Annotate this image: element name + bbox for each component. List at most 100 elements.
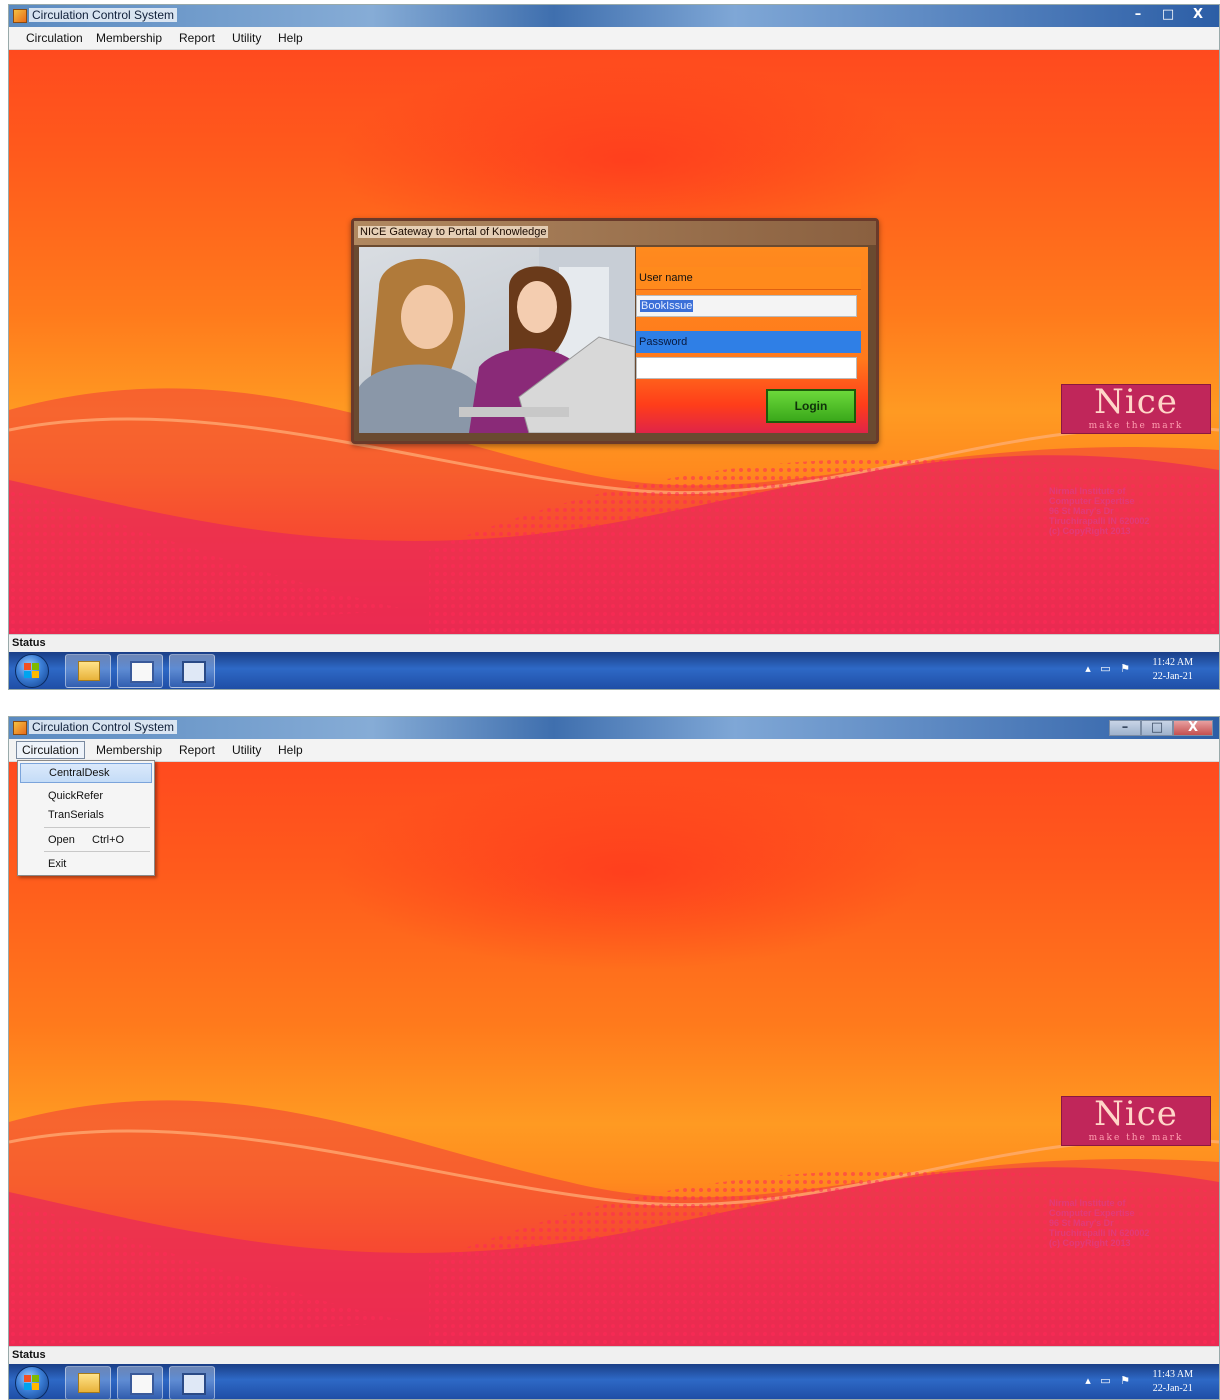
folder-icon (78, 661, 100, 681)
app-icon (130, 661, 154, 683)
menu-separator (44, 851, 150, 852)
minimize-button[interactable]: – (1109, 720, 1141, 736)
menu-circulation[interactable]: Circulation (16, 741, 85, 759)
menu-membership[interactable]: Membership (91, 742, 167, 758)
clock-time: 11:42 AM (1152, 657, 1193, 668)
taskbar-explorer-button[interactable] (65, 1366, 111, 1399)
students-photo (359, 247, 635, 433)
menu-help[interactable]: Help (273, 30, 308, 46)
logo-tagline: make the mark (1088, 421, 1184, 431)
credits-line: 96 St Mary's Dr (1049, 1218, 1114, 1228)
system-tray[interactable]: ▴ ▭ ⚑ (1085, 662, 1133, 675)
logo-text: Nice (1094, 382, 1178, 422)
start-button[interactable] (15, 654, 49, 688)
menu-membership[interactable]: Membership (91, 30, 167, 46)
maximize-button[interactable]: □ (1141, 720, 1173, 736)
menu-bar: Circulation Membership Report Utility He… (9, 739, 1219, 762)
clock-date: 22-Jan-21 (1152, 671, 1193, 682)
circulation-dropdown: CentralDesk QuickRefer TranSerials Open C… (17, 760, 155, 876)
close-button[interactable]: X (1183, 6, 1213, 24)
dialog-title: NICE Gateway to Portal of Knowledge (358, 226, 549, 238)
credits-line: Nirmal Institute of (1049, 1198, 1126, 1208)
credits-line: Tiruchirapalli IN 620002 (1049, 516, 1150, 526)
credits-line: Tiruchirapalli IN 620002 (1049, 1228, 1150, 1238)
menu-item-exit[interactable]: Exit (20, 855, 152, 873)
taskbar: ▴ ▭ ⚑ 11:42 AM 22-Jan-21 (9, 652, 1219, 689)
menu-utility[interactable]: Utility (227, 742, 266, 758)
window-icon (182, 661, 206, 683)
menu-utility[interactable]: Utility (227, 30, 266, 46)
login-dialog: NICE Gateway to Portal of Knowledge User… (351, 218, 879, 444)
minimize-button[interactable]: – (1123, 6, 1153, 24)
menu-item-label: CentralDesk (49, 767, 110, 779)
main-screen: Circulation Control System – □ X Circula… (8, 716, 1220, 1400)
menu-item-shortcut: Ctrl+O (92, 834, 125, 846)
window-title: Circulation Control System (29, 8, 178, 22)
logo-text: Nice (1094, 1094, 1178, 1134)
status-label: Status (12, 1349, 46, 1361)
credits-line: Computer Expertise (1049, 496, 1135, 506)
menu-help[interactable]: Help (273, 742, 308, 758)
dialog-title-bar: NICE Gateway to Portal of Knowledge (354, 221, 876, 245)
status-bar: Status (9, 1346, 1219, 1365)
login-button[interactable]: Login (766, 389, 856, 423)
credits-text: Nirmal Institute of Computer Expertise 9… (1049, 486, 1213, 536)
menu-item-label: QuickRefer (48, 790, 104, 802)
window-icon (182, 1373, 206, 1395)
windows-logo-icon (24, 663, 39, 678)
menu-circulation[interactable]: Circulation (21, 30, 88, 46)
desktop-background: NICE Gateway to Portal of Knowledge User… (9, 50, 1219, 634)
taskbar: ▴ ▭ ⚑ 11:43 AM 22-Jan-21 (9, 1364, 1219, 1399)
menu-item-label: Open (48, 834, 75, 846)
clock-date: 22-Jan-21 (1152, 1383, 1193, 1394)
status-bar: Status (9, 634, 1219, 653)
title-bar[interactable]: Circulation Control System – □ X (9, 717, 1219, 739)
username-value: BookIssue (640, 300, 694, 312)
status-label: Status (12, 637, 46, 649)
login-form: User name BookIssue Password Login (636, 247, 868, 433)
credits-text: Nirmal Institute of Computer Expertise 9… (1049, 1198, 1213, 1248)
clock[interactable]: 11:43 AM 22-Jan-21 (1153, 1368, 1193, 1396)
clock-time: 11:43 AM (1152, 1369, 1193, 1380)
windows-logo-icon (24, 1375, 39, 1390)
window-title: Circulation Control System (29, 720, 178, 734)
close-button[interactable]: X (1173, 720, 1213, 736)
username-label: User name (636, 267, 861, 290)
logo-tagline: make the mark (1088, 1133, 1184, 1143)
taskbar-window-button[interactable] (169, 654, 215, 688)
menu-item-label: Exit (48, 858, 67, 870)
taskbar-explorer-button[interactable] (65, 654, 111, 688)
app-icon (13, 721, 27, 735)
credits-line: 96 St Mary's Dr (1049, 506, 1114, 516)
menu-item-centraldesk[interactable]: CentralDesk (20, 763, 152, 783)
menu-item-quickrefer[interactable]: QuickRefer (20, 787, 152, 805)
menu-separator (44, 827, 150, 828)
password-input[interactable] (636, 357, 857, 379)
app-icon (13, 9, 27, 23)
folder-icon (78, 1373, 100, 1393)
taskbar-app-button[interactable] (117, 654, 163, 688)
menu-item-label: TranSerials (48, 809, 104, 821)
wave-decoration (9, 1100, 1219, 1346)
start-button[interactable] (15, 1366, 49, 1399)
credits-line: Computer Expertise (1049, 1208, 1135, 1218)
taskbar-window-button[interactable] (169, 1366, 215, 1399)
credits-line: Nirmal Institute of (1049, 486, 1126, 496)
credits-line: (c) CopyRight 2013 (1049, 526, 1131, 536)
menu-item-open[interactable]: Open Ctrl+O (20, 831, 152, 849)
system-tray[interactable]: ▴ ▭ ⚑ (1085, 1374, 1133, 1387)
app-icon (130, 1373, 154, 1395)
nice-logo: Nice make the mark (1061, 382, 1211, 434)
username-input[interactable]: BookIssue (636, 295, 857, 317)
nice-logo: Nice make the mark (1061, 1094, 1211, 1146)
clock[interactable]: 11:42 AM 22-Jan-21 (1153, 656, 1193, 684)
menu-report[interactable]: Report (174, 742, 220, 758)
taskbar-app-button[interactable] (117, 1366, 163, 1399)
credits-line: (c) CopyRight 2013 (1049, 1238, 1131, 1248)
login-screen: Circulation Control System – □ X Circula… (8, 4, 1220, 690)
menu-report[interactable]: Report (174, 30, 220, 46)
desktop-background: Nice make the mark Nirmal Institute of C… (9, 762, 1219, 1346)
maximize-button[interactable]: □ (1153, 6, 1183, 24)
menu-item-transerials[interactable]: TranSerials (20, 806, 152, 824)
title-bar[interactable]: Circulation Control System – □ X (9, 5, 1219, 27)
